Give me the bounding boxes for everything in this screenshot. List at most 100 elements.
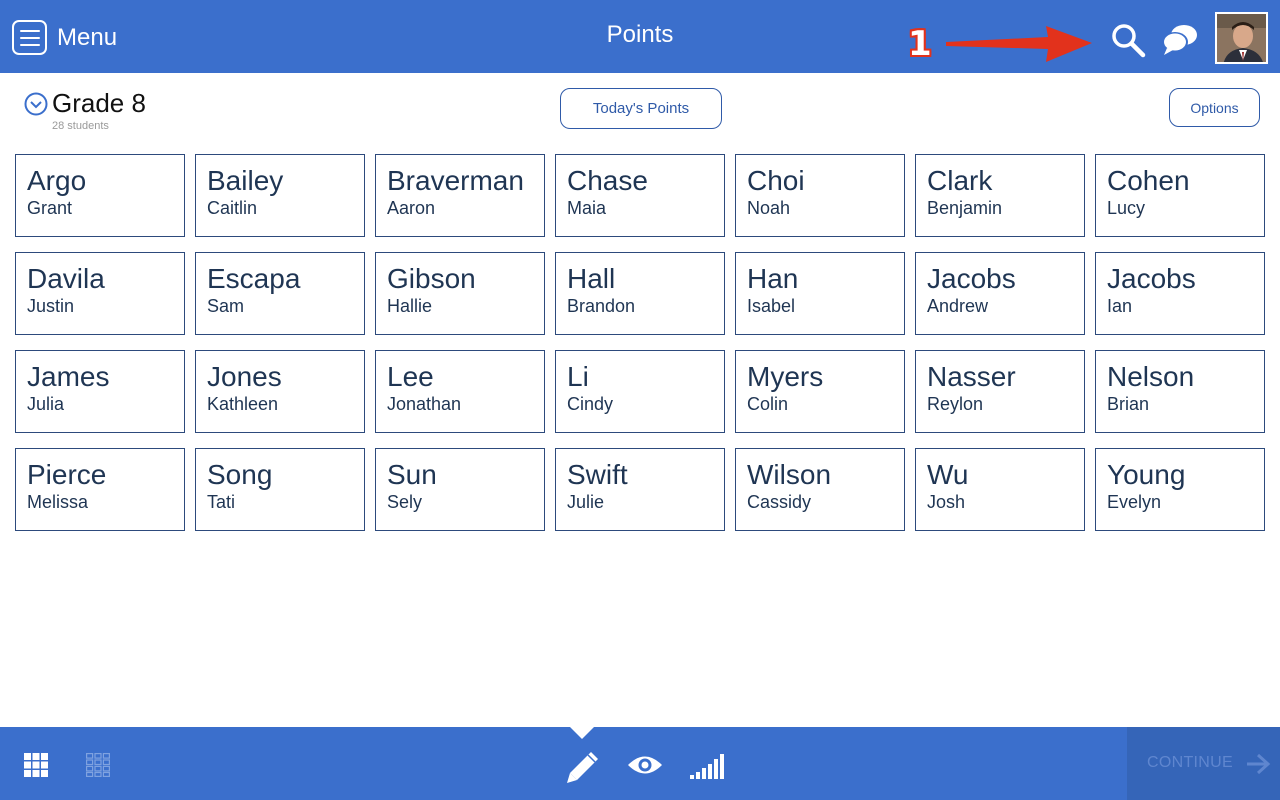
student-first-name: Melissa: [27, 492, 89, 512]
student-first-name: Brian: [1107, 394, 1150, 414]
student-first-name: Aaron: [387, 198, 436, 218]
student-first-name: Reylon: [927, 394, 984, 414]
student-card[interactable]: Myers Colin: [735, 350, 905, 433]
student-count: 28 students: [52, 120, 109, 132]
student-first-name: Noah: [747, 198, 791, 218]
menu-label: Menu: [57, 23, 118, 51]
student-first-name: Jonathan: [387, 394, 462, 414]
student-last-name: Hall: [567, 263, 616, 294]
pencil-icon[interactable]: [565, 749, 601, 785]
student-last-name: Han: [747, 263, 799, 294]
student-last-name: Pierce: [27, 459, 107, 490]
student-last-name: Wu: [927, 459, 969, 490]
student-card[interactable]: Jacobs Ian: [1095, 252, 1265, 335]
student-first-name: Justin: [27, 296, 75, 316]
student-first-name: Cassidy: [747, 492, 812, 512]
student-last-name: Gibson: [387, 263, 476, 294]
search-icon[interactable]: [1108, 20, 1148, 60]
student-card[interactable]: Hall Brandon: [555, 252, 725, 335]
student-last-name: Myers: [747, 361, 824, 392]
student-card[interactable]: Lee Jonathan: [375, 350, 545, 433]
student-first-name: Cindy: [567, 394, 614, 414]
student-first-name: Kathleen: [207, 394, 279, 414]
student-card[interactable]: Young Evelyn: [1095, 448, 1265, 531]
todays-points-button[interactable]: Today's Points: [560, 88, 722, 129]
avatar-photo: [1217, 14, 1266, 62]
student-last-name: Jones: [207, 361, 282, 392]
student-last-name: Nelson: [1107, 361, 1195, 392]
student-first-name: Hallie: [387, 296, 433, 316]
student-card[interactable]: Bailey Caitlin: [195, 154, 365, 237]
chevron-down-circle-icon[interactable]: [24, 92, 48, 116]
student-first-name: Benjamin: [927, 198, 1003, 218]
student-card[interactable]: Gibson Hallie: [375, 252, 545, 335]
student-first-name: Julia: [27, 394, 65, 414]
student-card[interactable]: Choi Noah: [735, 154, 905, 237]
student-first-name: Evelyn: [1107, 492, 1162, 512]
continue-label: CONTINUE: [1147, 754, 1233, 771]
annotation-number: 1: [908, 24, 932, 64]
student-first-name: Lucy: [1107, 198, 1146, 218]
student-card[interactable]: Swift Julie: [555, 448, 725, 531]
student-last-name: Bailey: [207, 165, 284, 196]
continue-button[interactable]: CONTINUE: [1127, 727, 1280, 800]
student-card[interactable]: Nelson Brian: [1095, 350, 1265, 433]
student-last-name: Li: [567, 361, 589, 392]
student-first-name: Sely: [387, 492, 423, 512]
student-first-name: Maia: [567, 198, 607, 218]
student-last-name: Argo: [27, 165, 87, 196]
class-name[interactable]: Grade 8: [52, 88, 146, 119]
student-last-name: Clark: [927, 165, 993, 196]
student-last-name: Song: [207, 459, 273, 490]
student-card[interactable]: Sun Sely: [375, 448, 545, 531]
student-last-name: Nasser: [927, 361, 1016, 392]
student-card[interactable]: Han Isabel: [735, 252, 905, 335]
student-first-name: Josh: [927, 492, 966, 512]
student-card[interactable]: Braverman Aaron: [375, 154, 545, 237]
student-last-name: James: [27, 361, 110, 392]
student-last-name: Lee: [387, 361, 434, 392]
menu-icon: [12, 20, 47, 55]
student-first-name: Colin: [747, 394, 789, 414]
eye-icon[interactable]: [627, 752, 663, 778]
student-card[interactable]: Jones Kathleen: [195, 350, 365, 433]
chat-bubbles-icon[interactable]: [1160, 22, 1200, 58]
student-first-name: Isabel: [747, 296, 796, 316]
student-last-name: Escapa: [207, 263, 301, 294]
student-card[interactable]: Argo Grant: [15, 154, 185, 237]
student-last-name: Young: [1107, 459, 1186, 490]
student-first-name: Grant: [27, 198, 73, 218]
large-grid-view-icon[interactable]: [24, 753, 48, 777]
student-card[interactable]: Wu Josh: [915, 448, 1085, 531]
student-last-name: Chase: [567, 165, 648, 196]
student-last-name: Cohen: [1107, 165, 1190, 196]
student-last-name: Braverman: [387, 165, 524, 196]
student-last-name: Jacobs: [1107, 263, 1196, 294]
student-card[interactable]: Clark Benjamin: [915, 154, 1085, 237]
annotation-arrow-icon: [946, 26, 1092, 62]
student-card[interactable]: Nasser Reylon: [915, 350, 1085, 433]
student-card[interactable]: Jacobs Andrew: [915, 252, 1085, 335]
student-card[interactable]: Davila Justin: [15, 252, 185, 335]
options-button[interactable]: Options: [1169, 88, 1260, 127]
student-first-name: Brandon: [567, 296, 636, 316]
student-card[interactable]: Escapa Sam: [195, 252, 365, 335]
student-card[interactable]: James Julia: [15, 350, 185, 433]
student-first-name: Caitlin: [207, 198, 258, 218]
student-card[interactable]: Chase Maia: [555, 154, 725, 237]
student-card[interactable]: Li Cindy: [555, 350, 725, 433]
student-first-name: Julie: [567, 492, 605, 512]
active-tab-indicator: [570, 727, 594, 739]
user-avatar[interactable]: [1215, 12, 1268, 64]
student-card[interactable]: Wilson Cassidy: [735, 448, 905, 531]
student-last-name: Choi: [747, 165, 805, 196]
student-card[interactable]: Song Tati: [195, 448, 365, 531]
small-grid-view-icon[interactable]: [86, 753, 110, 777]
student-last-name: Sun: [387, 459, 437, 490]
signal-bars-icon[interactable]: [690, 753, 726, 779]
student-card[interactable]: Cohen Lucy: [1095, 154, 1265, 237]
student-first-name: Andrew: [927, 296, 989, 316]
student-first-name: Sam: [207, 296, 245, 316]
student-card[interactable]: Pierce Melissa: [15, 448, 185, 531]
menu-button[interactable]: Menu: [12, 20, 117, 55]
